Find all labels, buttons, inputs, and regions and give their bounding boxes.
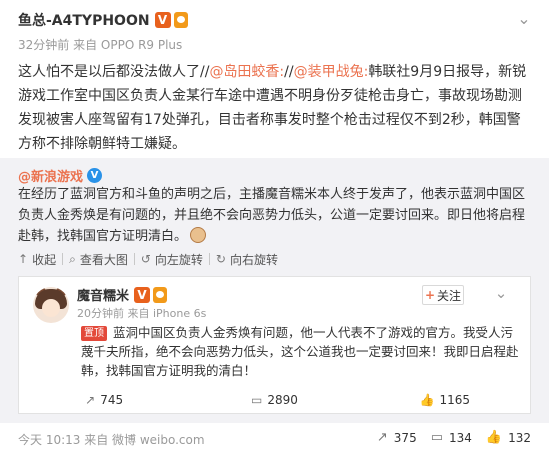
thumbs-up-icon: 👍 (485, 430, 503, 445)
comment-icon: ▭ (430, 430, 443, 445)
follow-button[interactable]: + 关注 (422, 285, 464, 305)
collapse-icon: ↑ (18, 252, 29, 266)
author-name[interactable]: 鱼总-A4TYPHOON (18, 10, 150, 30)
cat-emoji-icon (190, 227, 207, 243)
post-text-sep: // (284, 64, 294, 80)
retweet-author-name[interactable]: @新浪游戏 (18, 166, 83, 185)
post-text-intro: 这人怕不是以后都没法做人了// (18, 64, 210, 80)
card-text-body: 蓝洞中国区负责人金秀焕有问题，他一人代表不了游戏的官方。我受人污蔑千夫所指，绝不… (81, 325, 519, 378)
repost-icon: ↗ (85, 393, 96, 407)
retweet-author-row: @新浪游戏 V (18, 166, 103, 185)
image-toolbar: ↑ 收起 ⌕ 查看大图 ↺ 向左旋转 ↻ 向右旋转 (18, 250, 284, 268)
vip-badge-icon (173, 12, 188, 28)
repost-button[interactable]: ↗ 375 (377, 430, 417, 445)
repost-icon: ↗ (376, 430, 388, 445)
card-repost-button[interactable]: ↗ 745 (19, 393, 189, 407)
avatar[interactable] (33, 287, 69, 323)
card-author-name[interactable]: 魔音糯米 (77, 285, 129, 304)
verified-v-icon: V (134, 286, 151, 303)
collapse-label: 收起 (32, 252, 57, 267)
weibo-post: 鱼总-A4TYPHOON V ⌄ 32分钟前 来自 OPPO R9 Plus 这… (0, 0, 549, 456)
rotate-left-button[interactable]: ↺ 向左旋转 (135, 251, 209, 268)
rotate-left-label: 向左旋转 (154, 252, 203, 267)
like-button[interactable]: 👍 132 (486, 430, 531, 445)
repost-count: 375 (393, 430, 417, 445)
collapse-button[interactable]: ↑ 收起 (18, 251, 62, 268)
card-comment-button[interactable]: ▭ 2890 (189, 393, 359, 407)
comment-icon: ▭ (251, 393, 263, 407)
retweet-text: 在经历了蓝洞官方和斗鱼的声明之后，主播魔音糯米本人终于发声了，他表示蓝洞中国区负… (18, 184, 530, 247)
comment-button[interactable]: ▭ 134 (431, 430, 472, 445)
verified-blue-icon: V (87, 168, 103, 183)
plus-icon: + (424, 288, 436, 302)
verified-v-icon: V (154, 12, 171, 28)
rotate-left-icon: ↺ (140, 252, 151, 266)
rotate-right-label: 向右旋转 (229, 252, 278, 267)
card-author-row: 魔音糯米 V (77, 285, 168, 304)
author-row: 鱼总-A4TYPHOON V (18, 8, 188, 32)
card-comment-count: 2890 (267, 393, 298, 407)
view-large-button[interactable]: ⌕ 查看大图 (63, 251, 134, 268)
rotate-right-button[interactable]: ↻ 向右旋转 (210, 251, 284, 268)
comment-count: 134 (449, 430, 472, 445)
thumbs-up-icon: 👍 (419, 393, 435, 407)
retweet-box: @新浪游戏 V 在经历了蓝洞官方和斗鱼的声明之后，主播魔音糯米本人终于发声了，他… (0, 158, 549, 423)
card-text: 置顶 蓝洞中国区负责人金秀焕有问题，他一人代表不了游戏的官方。我受人污蔑千夫所指，… (81, 323, 521, 380)
post-text: 这人怕不是以后都没法做人了//@岛田蛟香://@装甲战兔:韩联社9月9日报导，新… (18, 60, 533, 156)
mention-link[interactable]: @岛田蛟香: (209, 64, 284, 80)
avatar-face (42, 299, 60, 317)
card-repost-count: 745 (100, 393, 124, 407)
chevron-down-icon[interactable]: ⌄ (489, 283, 513, 303)
pinned-badge: 置顶 (81, 326, 107, 341)
card-like-button[interactable]: 👍 1165 (360, 393, 530, 407)
card-meta: 20分钟前 来自 iPhone 6s (77, 307, 207, 320)
footer-action-bar: ↗ 375 ▭ 134 👍 132 (363, 430, 531, 445)
card-action-bar: ↗ 745 ▭ 2890 👍 1165 (19, 389, 530, 411)
post-meta: 32分钟前 来自 OPPO R9 Plus (18, 38, 183, 52)
follow-label: 关注 (437, 288, 462, 303)
view-large-label: 查看大图 (79, 252, 128, 267)
chevron-down-icon[interactable]: ⌄ (513, 10, 535, 28)
retweet-text-body: 在经历了蓝洞官方和斗鱼的声明之后，主播魔音糯米本人终于发声了，他表示蓝洞中国区负… (18, 187, 526, 244)
rotate-right-icon: ↻ (215, 252, 226, 266)
like-count: 132 (508, 430, 531, 445)
card-like-count: 1165 (439, 393, 471, 407)
post-footer: 今天 10:13 来自 微博 weibo.com ↗ 375 ▭ 134 👍 132 (0, 423, 549, 456)
vip-badge-icon (153, 286, 168, 303)
zoom-icon: ⌕ (69, 251, 76, 266)
mention-link[interactable]: @装甲战兔: (294, 64, 369, 80)
embedded-weibo-card[interactable]: 魔音糯米 V 20分钟前 来自 iPhone 6s + 关注 ⌄ 置顶 蓝洞中国区负… (18, 276, 531, 414)
footer-meta: 今天 10:13 来自 微博 weibo.com (18, 433, 205, 447)
